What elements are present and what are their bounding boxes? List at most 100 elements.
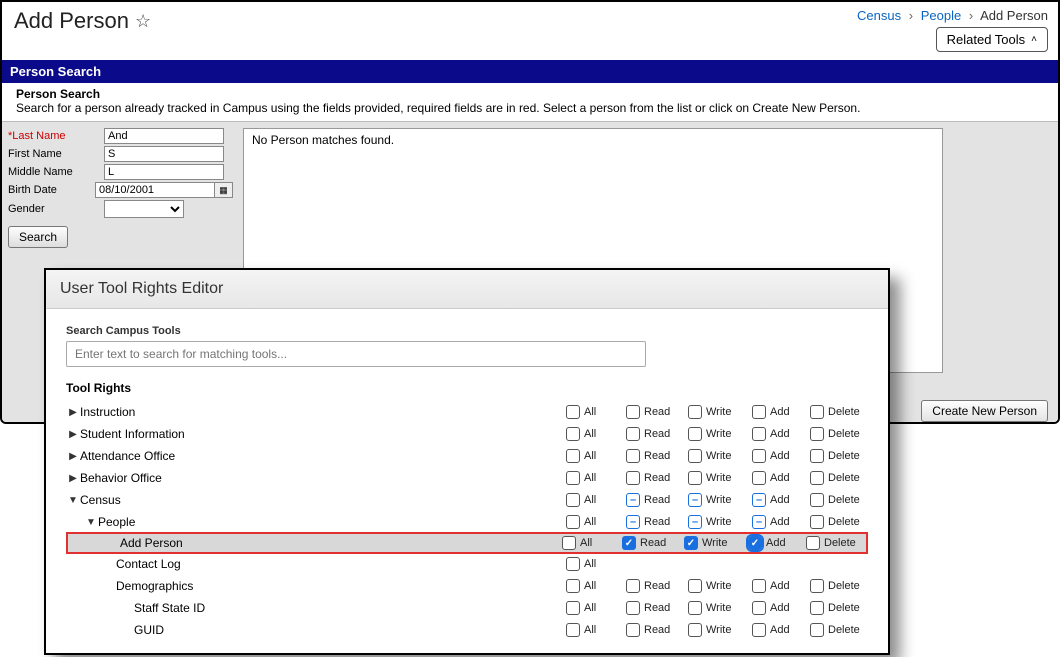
tree-row-add-person: Add Person All Read Write Add Delete bbox=[66, 532, 868, 554]
middle-name-input[interactable] bbox=[104, 164, 224, 180]
checkbox-add[interactable] bbox=[752, 515, 766, 529]
expand-icon[interactable]: ▶ bbox=[66, 407, 80, 418]
checkbox-all[interactable] bbox=[566, 493, 580, 507]
tree-row-staff-state-id: Staff State ID All Read Write Add Delete bbox=[66, 597, 868, 619]
collapse-icon[interactable]: ▼ bbox=[84, 517, 98, 528]
tree-label: Student Information bbox=[80, 427, 185, 441]
search-description: Search for a person already tracked in C… bbox=[16, 101, 860, 115]
checkbox-write[interactable] bbox=[688, 449, 702, 463]
checkbox-delete[interactable] bbox=[810, 579, 824, 593]
checkbox-write[interactable] bbox=[684, 536, 698, 550]
checkbox-write[interactable] bbox=[688, 427, 702, 441]
tree-row-census: ▼ Census All Read Write Add Delete bbox=[66, 489, 868, 511]
overlay-title: User Tool Rights Editor bbox=[46, 270, 888, 309]
related-tools-label: Related Tools bbox=[947, 32, 1026, 47]
checkbox-add[interactable] bbox=[752, 449, 766, 463]
calendar-icon[interactable]: ▦ bbox=[215, 182, 233, 198]
section-title-bar: Person Search bbox=[2, 60, 1058, 83]
checkbox-delete[interactable] bbox=[810, 471, 824, 485]
checkbox-read[interactable] bbox=[626, 449, 640, 463]
search-tools-input[interactable] bbox=[66, 341, 646, 367]
search-button[interactable]: Search bbox=[8, 226, 68, 248]
checkbox-add[interactable] bbox=[752, 405, 766, 419]
checkbox-delete[interactable] bbox=[810, 493, 824, 507]
tree-label: Demographics bbox=[116, 579, 193, 593]
expand-icon[interactable]: ▶ bbox=[66, 451, 80, 462]
breadcrumb-census[interactable]: Census bbox=[857, 8, 901, 23]
checkbox-add[interactable] bbox=[752, 427, 766, 441]
tree-row-demographics: Demographics All Read Write Add Delete bbox=[66, 575, 868, 597]
checkbox-delete[interactable] bbox=[810, 449, 824, 463]
tree-row-guid: GUID All Read Write Add Delete bbox=[66, 619, 868, 641]
checkbox-write[interactable] bbox=[688, 471, 702, 485]
checkbox-delete[interactable] bbox=[810, 601, 824, 615]
expand-icon[interactable]: ▶ bbox=[66, 429, 80, 440]
checkbox-read[interactable] bbox=[626, 515, 640, 529]
tree-row-attendance: ▶ Attendance Office All Read Write Add D… bbox=[66, 445, 868, 467]
checkbox-add[interactable] bbox=[752, 471, 766, 485]
checkbox-all[interactable] bbox=[566, 601, 580, 615]
checkbox-all[interactable] bbox=[566, 405, 580, 419]
checkbox-delete[interactable] bbox=[810, 515, 824, 529]
create-new-person-button[interactable]: Create New Person bbox=[921, 400, 1048, 422]
checkbox-write[interactable] bbox=[688, 623, 702, 637]
tree-row-instruction: ▶ Instruction All Read Write Add Delete bbox=[66, 401, 868, 423]
search-subheading: Person Search bbox=[16, 87, 1044, 101]
checkbox-write[interactable] bbox=[688, 579, 702, 593]
checkbox-read[interactable] bbox=[626, 579, 640, 593]
checkbox-delete[interactable] bbox=[810, 623, 824, 637]
checkbox-all[interactable] bbox=[566, 471, 580, 485]
checkbox-read[interactable] bbox=[626, 493, 640, 507]
collapse-icon[interactable]: ▼ bbox=[66, 495, 80, 506]
checkbox-read[interactable] bbox=[626, 471, 640, 485]
checkbox-add[interactable] bbox=[752, 579, 766, 593]
checkbox-read[interactable] bbox=[626, 427, 640, 441]
checkbox-read[interactable] bbox=[626, 405, 640, 419]
checkbox-all[interactable] bbox=[566, 579, 580, 593]
checkbox-read[interactable] bbox=[626, 601, 640, 615]
checkbox-write[interactable] bbox=[688, 405, 702, 419]
tree-label: Add Person bbox=[120, 536, 183, 550]
tree-label: People bbox=[98, 515, 135, 529]
checkbox-delete[interactable] bbox=[806, 536, 820, 550]
tree-label: Contact Log bbox=[116, 557, 181, 571]
search-tools-label: Search Campus Tools bbox=[66, 325, 868, 337]
tree-label: Census bbox=[80, 493, 121, 507]
tree-row-people: ▼ People All Read Write Add Delete bbox=[66, 511, 868, 533]
chevron-right-icon: › bbox=[969, 8, 973, 23]
checkbox-add[interactable] bbox=[748, 536, 762, 550]
checkbox-add[interactable] bbox=[752, 493, 766, 507]
related-tools-button[interactable]: Related Tools ˄ bbox=[936, 27, 1048, 52]
gender-select[interactable] bbox=[104, 200, 184, 218]
checkbox-delete[interactable] bbox=[810, 405, 824, 419]
chevron-right-icon: › bbox=[909, 8, 913, 23]
checkbox-write[interactable] bbox=[688, 493, 702, 507]
checkbox-all[interactable] bbox=[566, 623, 580, 637]
first-name-input[interactable] bbox=[104, 146, 224, 162]
checkbox-read[interactable] bbox=[626, 623, 640, 637]
breadcrumb: Census › People › Add Person bbox=[857, 8, 1048, 23]
favorite-star-icon[interactable]: ☆ bbox=[135, 11, 151, 32]
checkbox-read[interactable] bbox=[622, 536, 636, 550]
checkbox-write[interactable] bbox=[688, 515, 702, 529]
checkbox-all[interactable] bbox=[566, 449, 580, 463]
checkbox-add[interactable] bbox=[752, 623, 766, 637]
checkbox-all[interactable] bbox=[566, 515, 580, 529]
checkbox-add[interactable] bbox=[752, 601, 766, 615]
tree-label: Staff State ID bbox=[134, 601, 205, 615]
middle-name-label: Middle Name bbox=[8, 166, 100, 178]
tree-label: Behavior Office bbox=[80, 471, 162, 485]
birth-date-input[interactable] bbox=[95, 182, 215, 198]
tree-row-behavior: ▶ Behavior Office All Read Write Add Del… bbox=[66, 467, 868, 489]
checkbox-write[interactable] bbox=[688, 601, 702, 615]
tool-rights-heading: Tool Rights bbox=[66, 381, 868, 395]
checkbox-all[interactable] bbox=[562, 536, 576, 550]
tool-rights-editor-panel: User Tool Rights Editor Search Campus To… bbox=[44, 268, 890, 655]
checkbox-all[interactable] bbox=[566, 557, 580, 571]
gender-label: Gender bbox=[8, 203, 100, 215]
checkbox-all[interactable] bbox=[566, 427, 580, 441]
checkbox-delete[interactable] bbox=[810, 427, 824, 441]
breadcrumb-people[interactable]: People bbox=[921, 8, 961, 23]
last-name-input[interactable] bbox=[104, 128, 224, 144]
expand-icon[interactable]: ▶ bbox=[66, 473, 80, 484]
